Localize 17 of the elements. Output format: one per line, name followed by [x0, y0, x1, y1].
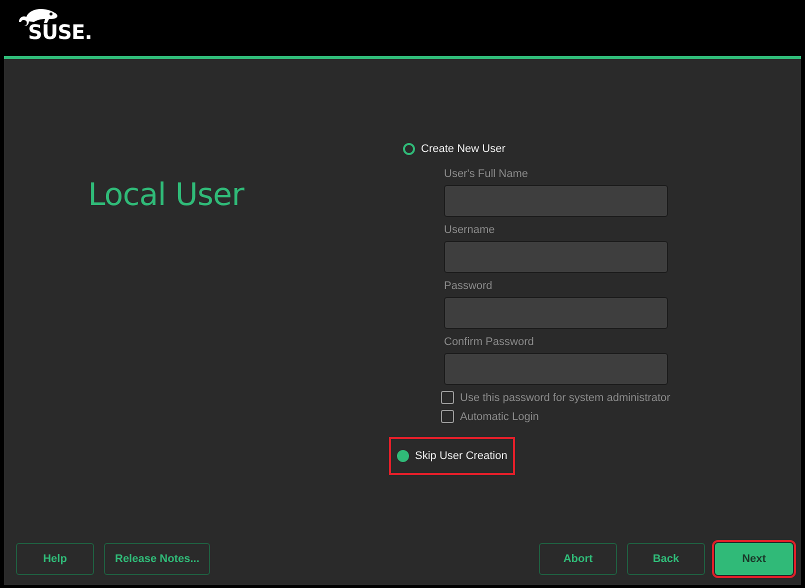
page-title: Local User	[88, 177, 244, 213]
radio-option[interactable]: Create New User	[395, 137, 514, 161]
field-label: Password	[444, 280, 494, 293]
dialog-button[interactable]: Next	[715, 543, 793, 575]
dialog-button[interactable]: Release Notes...	[104, 543, 210, 575]
radio-dot-icon	[397, 450, 409, 462]
dialog-button[interactable]: Help	[16, 543, 94, 575]
radio-dot-icon	[403, 143, 415, 155]
checkbox-label: Automatic Login	[460, 410, 539, 422]
logo-text: SUSE.	[28, 20, 92, 44]
radio-option[interactable]: Skip User Creation	[389, 437, 516, 475]
field-label: User's Full Name	[444, 168, 530, 181]
dialog-button[interactable]: Back	[627, 543, 705, 575]
field-label: Confirm Password	[444, 336, 535, 349]
dialog-button[interactable]: Abort	[539, 543, 617, 575]
checkbox-label: Use this password for system administrator	[460, 392, 670, 404]
field-label: Username	[444, 224, 496, 237]
